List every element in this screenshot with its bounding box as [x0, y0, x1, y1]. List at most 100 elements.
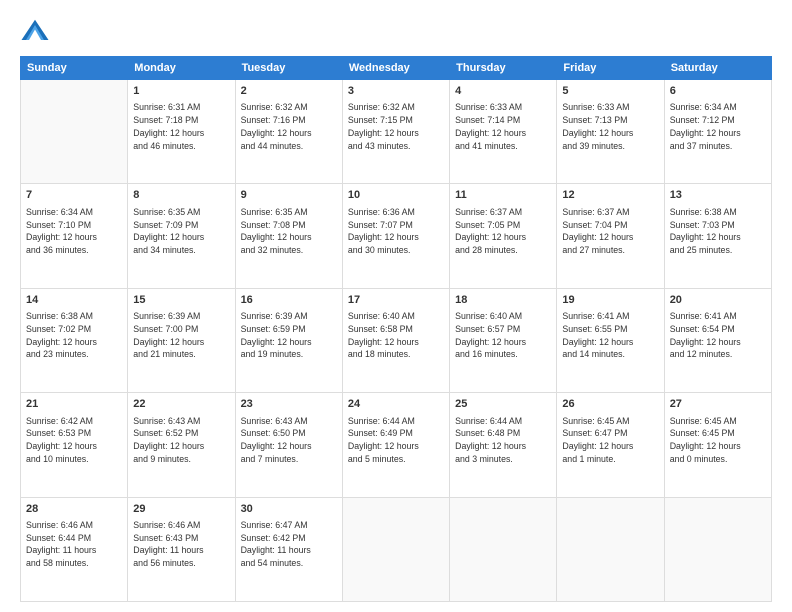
day-info: Sunrise: 6:40 AM Sunset: 6:58 PM Dayligh…	[348, 310, 444, 361]
day-cell: 15 Sunrise: 6:39 AM Sunset: 7:00 PM Dayli…	[128, 288, 235, 392]
col-header-tuesday: Tuesday	[235, 57, 342, 80]
calendar-table: SundayMondayTuesdayWednesdayThursdayFrid…	[20, 56, 772, 602]
col-header-friday: Friday	[557, 57, 664, 80]
day-cell	[557, 497, 664, 601]
day-info: Sunrise: 6:34 AM Sunset: 7:10 PM Dayligh…	[26, 206, 122, 257]
day-cell: 8 Sunrise: 6:35 AM Sunset: 7:09 PM Daylig…	[128, 184, 235, 288]
day-number: 29	[133, 502, 229, 517]
day-info: Sunrise: 6:36 AM Sunset: 7:07 PM Dayligh…	[348, 206, 444, 257]
day-number: 19	[562, 293, 658, 308]
day-cell: 24 Sunrise: 6:44 AM Sunset: 6:49 PM Dayli…	[342, 393, 449, 497]
day-number: 11	[455, 188, 551, 203]
week-row-3: 21Sunrise: 6:42 AM Sunset: 6:53 PM Dayli…	[21, 393, 772, 497]
day-cell: 5 Sunrise: 6:33 AM Sunset: 7:13 PM Daylig…	[557, 80, 664, 184]
day-number: 4	[455, 84, 551, 99]
day-number: 10	[348, 188, 444, 203]
day-number: 26	[562, 397, 658, 412]
day-number: 16	[241, 293, 337, 308]
day-number: 5	[562, 84, 658, 99]
day-info: Sunrise: 6:46 AM Sunset: 6:44 PM Dayligh…	[26, 519, 122, 570]
day-info: Sunrise: 6:37 AM Sunset: 7:05 PM Dayligh…	[455, 206, 551, 257]
day-cell: 9 Sunrise: 6:35 AM Sunset: 7:08 PM Daylig…	[235, 184, 342, 288]
day-info: Sunrise: 6:39 AM Sunset: 6:59 PM Dayligh…	[241, 310, 337, 361]
page: SundayMondayTuesdayWednesdayThursdayFrid…	[0, 0, 792, 612]
day-info: Sunrise: 6:31 AM Sunset: 7:18 PM Dayligh…	[133, 101, 229, 152]
day-cell: 14 Sunrise: 6:38 AM Sunset: 7:02 PM Dayli…	[21, 288, 128, 392]
day-number: 22	[133, 397, 229, 412]
col-header-wednesday: Wednesday	[342, 57, 449, 80]
day-info: Sunrise: 6:32 AM Sunset: 7:16 PM Dayligh…	[241, 101, 337, 152]
day-info: Sunrise: 6:33 AM Sunset: 7:14 PM Dayligh…	[455, 101, 551, 152]
week-row-2: 14 Sunrise: 6:38 AM Sunset: 7:02 PM Dayli…	[21, 288, 772, 392]
day-number: 18	[455, 293, 551, 308]
day-cell: 25 Sunrise: 6:44 AM Sunset: 6:48 PM Dayli…	[450, 393, 557, 497]
day-cell: 27 Sunrise: 6:45 AM Sunset: 6:45 PM Dayli…	[664, 393, 771, 497]
day-cell: 18Sunrise: 6:40 AM Sunset: 6:57 PM Dayli…	[450, 288, 557, 392]
day-info: Sunrise: 6:32 AM Sunset: 7:15 PM Dayligh…	[348, 101, 444, 152]
day-cell: 30Sunrise: 6:47 AM Sunset: 6:42 PM Dayli…	[235, 497, 342, 601]
day-cell: 3 Sunrise: 6:32 AM Sunset: 7:15 PM Daylig…	[342, 80, 449, 184]
day-number: 20	[670, 293, 766, 308]
day-cell: 28Sunrise: 6:46 AM Sunset: 6:44 PM Dayli…	[21, 497, 128, 601]
day-info: Sunrise: 6:37 AM Sunset: 7:04 PM Dayligh…	[562, 206, 658, 257]
day-cell: 29 Sunrise: 6:46 AM Sunset: 6:43 PM Dayli…	[128, 497, 235, 601]
day-info: Sunrise: 6:33 AM Sunset: 7:13 PM Dayligh…	[562, 101, 658, 152]
logo	[20, 16, 54, 46]
day-info: Sunrise: 6:38 AM Sunset: 7:02 PM Dayligh…	[26, 310, 122, 361]
day-number: 1	[133, 84, 229, 99]
day-cell: 11 Sunrise: 6:37 AM Sunset: 7:05 PM Dayli…	[450, 184, 557, 288]
day-cell	[342, 497, 449, 601]
header	[20, 16, 772, 46]
day-cell: 23 Sunrise: 6:43 AM Sunset: 6:50 PM Dayli…	[235, 393, 342, 497]
day-cell	[450, 497, 557, 601]
day-number: 8	[133, 188, 229, 203]
day-number: 23	[241, 397, 337, 412]
day-number: 25	[455, 397, 551, 412]
week-row-0: 1 Sunrise: 6:31 AM Sunset: 7:18 PM Daylig…	[21, 80, 772, 184]
day-number: 21	[26, 397, 122, 412]
day-cell: 10 Sunrise: 6:36 AM Sunset: 7:07 PM Dayli…	[342, 184, 449, 288]
day-info: Sunrise: 6:34 AM Sunset: 7:12 PM Dayligh…	[670, 101, 766, 152]
day-cell: 20 Sunrise: 6:41 AM Sunset: 6:54 PM Dayli…	[664, 288, 771, 392]
day-number: 27	[670, 397, 766, 412]
day-info: Sunrise: 6:38 AM Sunset: 7:03 PM Dayligh…	[670, 206, 766, 257]
day-info: Sunrise: 6:43 AM Sunset: 6:50 PM Dayligh…	[241, 415, 337, 466]
day-cell: 21Sunrise: 6:42 AM Sunset: 6:53 PM Dayli…	[21, 393, 128, 497]
day-info: Sunrise: 6:44 AM Sunset: 6:48 PM Dayligh…	[455, 415, 551, 466]
day-cell: 17Sunrise: 6:40 AM Sunset: 6:58 PM Dayli…	[342, 288, 449, 392]
week-row-1: 7 Sunrise: 6:34 AM Sunset: 7:10 PM Daylig…	[21, 184, 772, 288]
day-cell: 16 Sunrise: 6:39 AM Sunset: 6:59 PM Dayli…	[235, 288, 342, 392]
day-number: 15	[133, 293, 229, 308]
logo-icon	[20, 16, 50, 46]
day-info: Sunrise: 6:46 AM Sunset: 6:43 PM Dayligh…	[133, 519, 229, 570]
day-info: Sunrise: 6:39 AM Sunset: 7:00 PM Dayligh…	[133, 310, 229, 361]
day-info: Sunrise: 6:47 AM Sunset: 6:42 PM Dayligh…	[241, 519, 337, 570]
day-info: Sunrise: 6:45 AM Sunset: 6:47 PM Dayligh…	[562, 415, 658, 466]
day-cell: 19 Sunrise: 6:41 AM Sunset: 6:55 PM Dayli…	[557, 288, 664, 392]
day-cell	[21, 80, 128, 184]
day-info: Sunrise: 6:43 AM Sunset: 6:52 PM Dayligh…	[133, 415, 229, 466]
day-number: 7	[26, 188, 122, 203]
day-number: 3	[348, 84, 444, 99]
day-info: Sunrise: 6:41 AM Sunset: 6:55 PM Dayligh…	[562, 310, 658, 361]
day-cell: 22 Sunrise: 6:43 AM Sunset: 6:52 PM Dayli…	[128, 393, 235, 497]
day-number: 14	[26, 293, 122, 308]
day-cell: 13 Sunrise: 6:38 AM Sunset: 7:03 PM Dayli…	[664, 184, 771, 288]
col-header-sunday: Sunday	[21, 57, 128, 80]
day-number: 13	[670, 188, 766, 203]
day-cell: 26 Sunrise: 6:45 AM Sunset: 6:47 PM Dayli…	[557, 393, 664, 497]
day-number: 24	[348, 397, 444, 412]
day-info: Sunrise: 6:35 AM Sunset: 7:08 PM Dayligh…	[241, 206, 337, 257]
col-header-saturday: Saturday	[664, 57, 771, 80]
day-info: Sunrise: 6:44 AM Sunset: 6:49 PM Dayligh…	[348, 415, 444, 466]
day-number: 6	[670, 84, 766, 99]
day-info: Sunrise: 6:45 AM Sunset: 6:45 PM Dayligh…	[670, 415, 766, 466]
col-header-monday: Monday	[128, 57, 235, 80]
day-info: Sunrise: 6:35 AM Sunset: 7:09 PM Dayligh…	[133, 206, 229, 257]
day-cell: 12Sunrise: 6:37 AM Sunset: 7:04 PM Dayli…	[557, 184, 664, 288]
day-number: 9	[241, 188, 337, 203]
day-cell: 4 Sunrise: 6:33 AM Sunset: 7:14 PM Daylig…	[450, 80, 557, 184]
day-info: Sunrise: 6:41 AM Sunset: 6:54 PM Dayligh…	[670, 310, 766, 361]
day-cell: 2Sunrise: 6:32 AM Sunset: 7:16 PM Daylig…	[235, 80, 342, 184]
week-row-4: 28Sunrise: 6:46 AM Sunset: 6:44 PM Dayli…	[21, 497, 772, 601]
